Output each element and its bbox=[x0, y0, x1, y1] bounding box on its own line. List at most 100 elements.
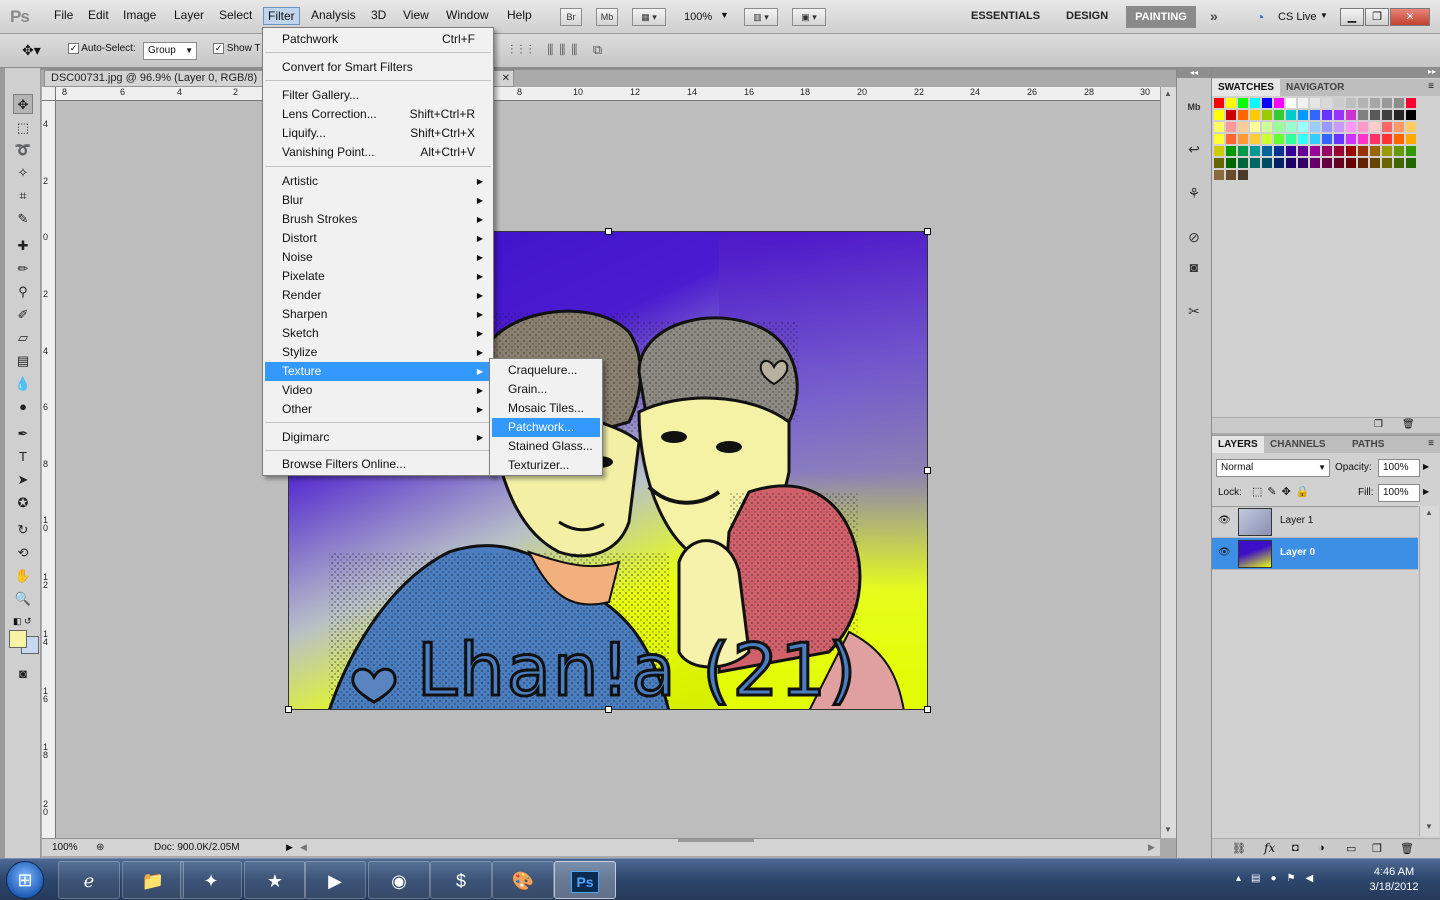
chevron-right-icon[interactable]: ▶ bbox=[1423, 487, 1429, 496]
path-select-tool-icon[interactable]: ➤ bbox=[13, 470, 33, 490]
color-swatch[interactable] bbox=[1370, 146, 1380, 156]
taskbar-explorer[interactable]: 📁 bbox=[122, 861, 184, 899]
color-swatch[interactable] bbox=[1250, 110, 1260, 120]
lasso-tool-icon[interactable]: ➰ bbox=[13, 140, 33, 160]
color-swatch[interactable] bbox=[1286, 158, 1296, 168]
menu-view[interactable]: View bbox=[401, 8, 431, 22]
color-swatch[interactable] bbox=[1286, 134, 1296, 144]
color-swatch[interactable] bbox=[1406, 98, 1416, 108]
blur-tool-icon[interactable]: 💧 bbox=[13, 374, 33, 394]
close-tab-icon[interactable]: ✕ bbox=[502, 71, 510, 86]
workspace-design[interactable]: DESIGN bbox=[1066, 10, 1108, 22]
color-swatch[interactable] bbox=[1238, 122, 1248, 132]
menu-item-sketch[interactable]: Sketch ▶ bbox=[265, 324, 491, 343]
layer-style-icon[interactable]: fx bbox=[1264, 841, 1275, 855]
color-swatch[interactable] bbox=[1394, 110, 1404, 120]
minimize-button[interactable]: ▁ bbox=[1340, 8, 1364, 26]
vertical-ruler[interactable]: 4 2 0 2 4 6 8 1 0 1 2 1 4 1 6 1 8 2 0 bbox=[42, 101, 56, 838]
swatch-grid[interactable] bbox=[1214, 98, 1420, 196]
menu-item-convert-smart-filters[interactable]: Convert for Smart Filters bbox=[265, 58, 491, 77]
move-tool-preset-icon[interactable]: ✥▾ bbox=[22, 42, 41, 59]
tool-presets-icon[interactable]: ✂ bbox=[1183, 300, 1205, 322]
eraser-tool-icon[interactable]: ▱ bbox=[13, 328, 33, 348]
scroll-down-icon[interactable]: ▼ bbox=[1425, 822, 1433, 831]
tab-swatches[interactable]: SWATCHES bbox=[1212, 79, 1280, 96]
color-swatch[interactable] bbox=[1406, 158, 1416, 168]
screen-mode-button[interactable]: ▣ ▾ bbox=[792, 8, 826, 26]
color-swatch[interactable] bbox=[1262, 110, 1272, 120]
color-swatch[interactable] bbox=[1358, 122, 1368, 132]
color-swatch[interactable] bbox=[1274, 110, 1284, 120]
history-brush-tool-icon[interactable]: ✐ bbox=[13, 305, 33, 325]
color-swatch[interactable] bbox=[1226, 122, 1236, 132]
color-swatch[interactable] bbox=[1322, 134, 1332, 144]
color-swatch[interactable] bbox=[1310, 146, 1320, 156]
color-swatch[interactable] bbox=[1298, 158, 1308, 168]
maximize-button[interactable]: ❐ bbox=[1365, 8, 1389, 26]
panel-menu-icon[interactable]: ≡ bbox=[1428, 81, 1434, 92]
color-swatch[interactable] bbox=[1382, 98, 1392, 108]
color-swatch[interactable] bbox=[1274, 134, 1284, 144]
eye-icon[interactable]: 👁 bbox=[1218, 515, 1231, 527]
color-swatch[interactable] bbox=[1406, 134, 1416, 144]
color-swatch[interactable] bbox=[1262, 134, 1272, 144]
menu-item-vanishing-point[interactable]: Vanishing Point... Alt+Ctrl+V bbox=[265, 143, 491, 162]
auto-select-checkbox[interactable]: ✓ bbox=[68, 43, 79, 54]
color-swatch[interactable] bbox=[1370, 158, 1380, 168]
transform-handle[interactable] bbox=[605, 706, 612, 713]
color-swatch[interactable] bbox=[1238, 110, 1248, 120]
trash-icon[interactable]: 🗑 bbox=[1402, 419, 1415, 430]
submenu-item-mosaic-tiles[interactable]: Mosaic Tiles... bbox=[492, 399, 600, 418]
color-swatch[interactable] bbox=[1334, 98, 1344, 108]
menu-item-pixelate[interactable]: Pixelate ▶ bbox=[265, 267, 491, 286]
menu-image[interactable]: Image bbox=[121, 8, 158, 22]
color-swatch[interactable] bbox=[1334, 134, 1344, 144]
color-swatch[interactable] bbox=[1226, 110, 1236, 120]
start-button[interactable]: ⊞ bbox=[6, 861, 44, 899]
color-swatch[interactable] bbox=[1226, 158, 1236, 168]
transform-handle[interactable] bbox=[924, 228, 931, 235]
menu-item-render[interactable]: Render ▶ bbox=[265, 286, 491, 305]
trash-icon[interactable]: 🗑 bbox=[1400, 842, 1414, 855]
vertical-scrollbar[interactable]: ▲ ▼ bbox=[1160, 87, 1176, 838]
view-extras-dropdown[interactable]: ▦ ▾ bbox=[632, 8, 666, 26]
color-swatch[interactable] bbox=[1214, 146, 1224, 156]
menu-item-lens-correction[interactable]: Lens Correction... Shift+Ctrl+R bbox=[265, 105, 491, 124]
color-swatch[interactable] bbox=[1346, 146, 1356, 156]
menu-item-blur[interactable]: Blur ▶ bbox=[265, 191, 491, 210]
submenu-item-craquelure[interactable]: Craquelure... bbox=[492, 361, 600, 380]
color-swatch[interactable] bbox=[1226, 170, 1236, 180]
system-clock[interactable]: 4:46 AM 3/18/2012 bbox=[1352, 865, 1436, 895]
menu-item-sharpen[interactable]: Sharpen ▶ bbox=[265, 305, 491, 324]
color-swatch[interactable] bbox=[1262, 146, 1272, 156]
color-swatch[interactable] bbox=[1298, 98, 1308, 108]
color-swatch[interactable] bbox=[1250, 134, 1260, 144]
color-swatch[interactable] bbox=[1250, 158, 1260, 168]
type-tool-icon[interactable]: T bbox=[13, 447, 33, 467]
bridge-button[interactable]: Br bbox=[560, 8, 582, 26]
color-swatch[interactable] bbox=[1214, 110, 1224, 120]
color-swatch[interactable] bbox=[1346, 110, 1356, 120]
color-swatch[interactable] bbox=[1370, 110, 1380, 120]
color-swatch[interactable] bbox=[1394, 98, 1404, 108]
color-swatch[interactable] bbox=[1346, 98, 1356, 108]
tab-layers[interactable]: LAYERS bbox=[1212, 436, 1264, 453]
menu-item-stylize[interactable]: Stylize ▶ bbox=[265, 343, 491, 362]
pen-tool-icon[interactable]: ✒ bbox=[13, 424, 33, 444]
workspace-painting[interactable]: PAINTING bbox=[1126, 6, 1196, 28]
panel-menu-icon[interactable]: ≡ bbox=[1428, 438, 1434, 449]
color-swatch[interactable] bbox=[1346, 134, 1356, 144]
color-swatch[interactable] bbox=[1322, 122, 1332, 132]
brush-icon[interactable]: ⊘ bbox=[1183, 226, 1205, 248]
show-transform-option[interactable]: ✓ Show T bbox=[213, 43, 261, 54]
color-swatch[interactable] bbox=[1214, 170, 1224, 180]
color-swatch[interactable] bbox=[1322, 146, 1332, 156]
color-swatch[interactable] bbox=[1370, 134, 1380, 144]
color-swatch[interactable] bbox=[1406, 110, 1416, 120]
color-swatch[interactable] bbox=[1298, 122, 1308, 132]
shape-tool-icon[interactable]: ✪ bbox=[13, 493, 33, 513]
color-swatch[interactable] bbox=[1310, 158, 1320, 168]
workspace-essentials[interactable]: ESSENTIALS bbox=[971, 10, 1040, 22]
layer-row-layer-0[interactable]: 👁 Layer 0 bbox=[1212, 538, 1418, 570]
collapse-icon[interactable]: ◂◂ bbox=[1177, 68, 1211, 78]
